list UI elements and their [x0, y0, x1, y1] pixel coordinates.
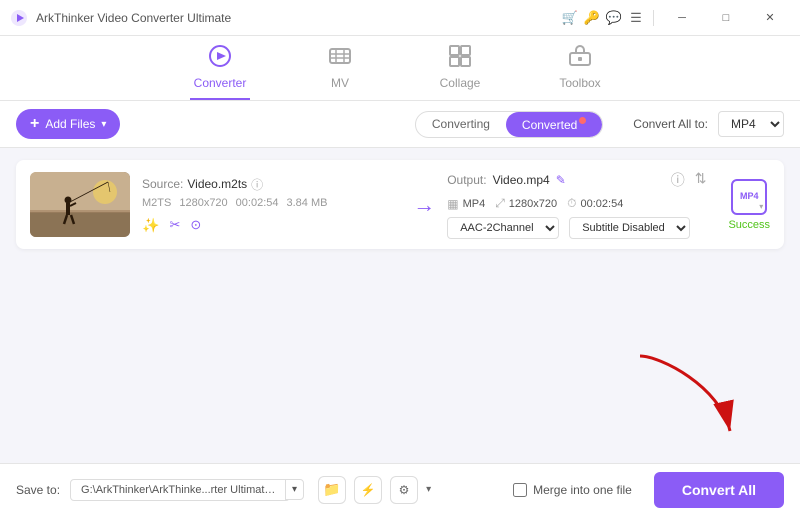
- file-card: Source: Video.m2ts ⓘ M2TS 1280x720 00:02…: [16, 160, 784, 249]
- folder-icon[interactable]: 📁: [318, 476, 346, 504]
- enhance-icon[interactable]: ✨: [142, 217, 159, 234]
- file-actions: ✨ ✂ ⊙: [142, 217, 401, 234]
- converting-label: Converting: [432, 117, 490, 131]
- edit-output-icon[interactable]: ✎: [556, 173, 566, 187]
- upload-icon[interactable]: ⇅: [695, 170, 707, 190]
- meta-size: 3.84 MB: [287, 197, 328, 209]
- subtitle-select[interactable]: Subtitle Disabled: [569, 217, 690, 239]
- tab-collage-label: Collage: [440, 76, 481, 90]
- save-path-area: G:\ArkThinker\ArkThinke...rter Ultimate\…: [70, 479, 304, 501]
- output-info: Output: Video.mp4 ✎ ⓘ ⇅ ▦ MP4 ⤢ 1280x720: [447, 170, 706, 239]
- output-duration-item: ⏱ 00:02:54: [567, 196, 623, 211]
- tab-toolbox-label: Toolbox: [559, 76, 600, 90]
- effect-icon[interactable]: ⊙: [190, 217, 201, 233]
- save-path-input[interactable]: G:\ArkThinker\ArkThinke...rter Ultimate\…: [70, 479, 290, 501]
- resolution-icon: ⤢: [495, 196, 505, 211]
- dropdown-icon: ▾: [759, 202, 763, 211]
- output-header-actions: ⓘ ⇅: [671, 170, 707, 190]
- bottom-action-icons: 📁 ⚡ ⚙ ▾: [318, 476, 431, 504]
- convert-all-format-select[interactable]: MP4 MOV AVI MKV: [718, 111, 784, 137]
- tab-toolbox[interactable]: Toolbox: [550, 44, 610, 100]
- success-text: Success: [728, 219, 770, 231]
- source-label: Source:: [142, 177, 183, 191]
- convert-all-button[interactable]: Convert All: [654, 472, 784, 508]
- settings-dropdown-icon[interactable]: ▾: [426, 484, 431, 495]
- add-files-label: Add Files: [45, 117, 95, 131]
- info-icon[interactable]: ⓘ: [251, 176, 263, 193]
- converting-tab[interactable]: Converting: [416, 112, 506, 137]
- converted-tab[interactable]: Converted: [506, 112, 602, 137]
- success-badge: MP4 ▾ Success: [728, 179, 770, 231]
- output-resolution: 1280x720: [509, 198, 557, 210]
- format-icon: ▦: [447, 197, 458, 211]
- settings-icon-1[interactable]: ⚡: [354, 476, 382, 504]
- title-bar-controls: 🛒 🔑 💬 ☰ ─ □ ✕: [561, 4, 790, 32]
- output-audio-details: AAC-2Channel Subtitle Disabled: [447, 217, 706, 239]
- merge-checkbox[interactable]: [513, 483, 527, 497]
- output-label: Output:: [447, 173, 486, 187]
- collage-icon: [448, 44, 472, 72]
- file-thumbnail: [30, 172, 130, 237]
- info-output-icon[interactable]: ⓘ: [671, 170, 685, 190]
- tab-converter[interactable]: Converter: [190, 44, 250, 100]
- plus-icon: +: [30, 115, 39, 133]
- app-logo: [10, 9, 28, 27]
- toolbar: + Add Files ▾ Converting Converted Conve…: [0, 101, 800, 148]
- tab-mv[interactable]: MV: [310, 44, 370, 100]
- converted-label: Converted: [522, 118, 577, 132]
- chat-icon[interactable]: 💬: [605, 9, 623, 27]
- output-resolution-item: ⤢ 1280x720: [495, 196, 557, 211]
- cart-icon[interactable]: 🛒: [561, 9, 579, 27]
- output-header: Output: Video.mp4 ✎ ⓘ ⇅: [447, 170, 706, 190]
- add-files-dropdown-icon: ▾: [101, 119, 106, 130]
- maximize-button[interactable]: □: [706, 4, 746, 32]
- nav-tabs: Converter MV Collage: [0, 36, 800, 101]
- clock-icon: ⏱: [567, 196, 576, 211]
- main-content: Source: Video.m2ts ⓘ M2TS 1280x720 00:02…: [0, 148, 800, 463]
- output-format: MP4: [463, 198, 486, 210]
- converter-icon: [208, 44, 232, 72]
- convert-arrow-icon: →: [413, 192, 435, 218]
- bottom-bar: Save to: G:\ArkThinker\ArkThinke...rter …: [0, 463, 800, 515]
- status-tab-switcher: Converting Converted: [415, 111, 603, 138]
- source-info: Source: Video.m2ts ⓘ: [142, 176, 401, 193]
- output-value: Video.mp4: [493, 173, 550, 187]
- settings-icon-2[interactable]: ⚙: [390, 476, 418, 504]
- save-path-dropdown[interactable]: ▾: [285, 479, 304, 500]
- merge-checkbox-area: Merge into one file: [513, 483, 632, 497]
- title-bar: ArkThinker Video Converter Ultimate 🛒 🔑 …: [0, 0, 800, 36]
- file-meta: M2TS 1280x720 00:02:54 3.84 MB: [142, 197, 401, 209]
- success-icon-box[interactable]: MP4 ▾: [731, 179, 767, 215]
- save-to-label: Save to:: [16, 483, 60, 497]
- app-title: ArkThinker Video Converter Ultimate: [36, 11, 561, 25]
- merge-label: Merge into one file: [533, 483, 632, 497]
- minimize-button[interactable]: ─: [662, 4, 702, 32]
- output-duration: 00:02:54: [581, 198, 624, 210]
- meta-format: M2TS: [142, 197, 171, 209]
- file-info: Source: Video.m2ts ⓘ M2TS 1280x720 00:02…: [142, 176, 401, 234]
- output-format-item: ▦ MP4: [447, 197, 485, 211]
- key-icon[interactable]: 🔑: [583, 9, 601, 27]
- success-format-label: MP4: [740, 192, 759, 201]
- tab-mv-label: MV: [331, 76, 349, 90]
- tab-converter-label: Converter: [194, 76, 247, 90]
- output-details: ▦ MP4 ⤢ 1280x720 ⏱ 00:02:54: [447, 196, 706, 211]
- close-button[interactable]: ✕: [750, 4, 790, 32]
- toolbox-icon: [568, 44, 592, 72]
- menu-icon[interactable]: ☰: [627, 9, 645, 27]
- mv-icon: [328, 44, 352, 72]
- meta-resolution: 1280x720: [179, 197, 227, 209]
- convert-all-to-label: Convert All to:: [633, 117, 708, 131]
- audio-channel-select[interactable]: AAC-2Channel: [447, 217, 559, 239]
- add-files-button[interactable]: + Add Files ▾: [16, 109, 120, 139]
- tab-collage[interactable]: Collage: [430, 44, 490, 100]
- meta-duration: 00:02:54: [236, 197, 279, 209]
- trim-icon[interactable]: ✂: [169, 217, 180, 233]
- converted-dot: [579, 117, 586, 124]
- source-value: Video.m2ts: [187, 177, 247, 191]
